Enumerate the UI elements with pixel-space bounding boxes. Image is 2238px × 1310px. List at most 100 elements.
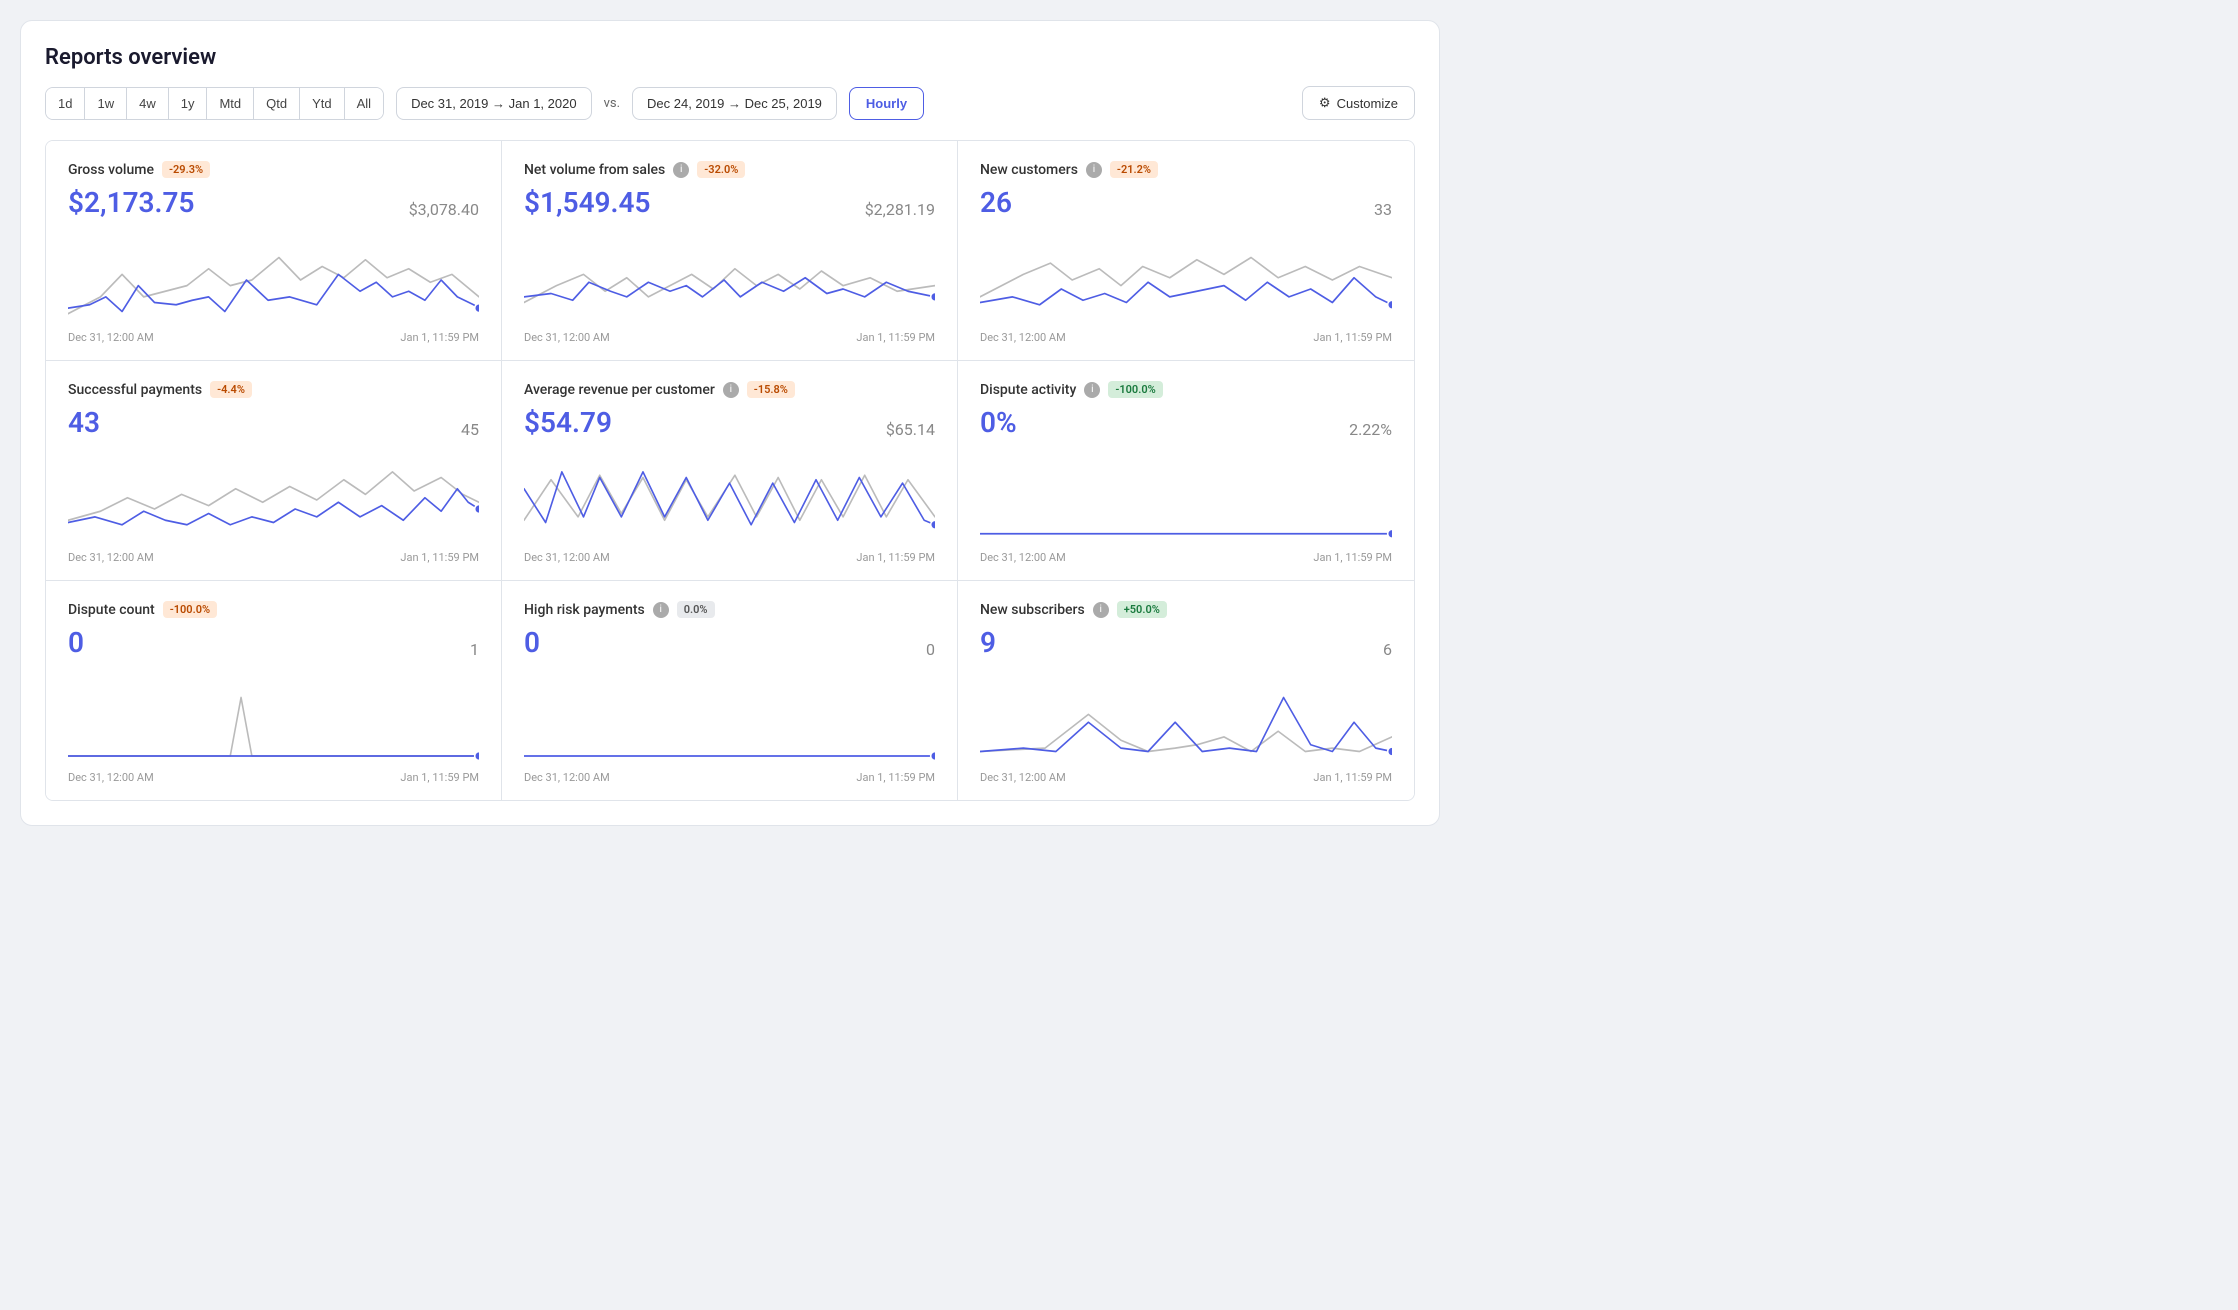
- metric-labels-new-customers: Dec 31, 12:00 AM Jan 1, 11:59 PM: [980, 331, 1392, 344]
- metric-card-gross-volume: Gross volume -29.3% $2,173.75 $3,078.40 …: [46, 141, 502, 361]
- chart-end-label: Jan 1, 11:59 PM: [400, 551, 479, 564]
- metric-current-new-customers: 26: [980, 186, 1012, 219]
- metric-header-new-customers: New customers i -21.2%: [980, 161, 1392, 178]
- metric-current-new-subscribers: 9: [980, 626, 996, 659]
- metric-labels-avg-revenue: Dec 31, 12:00 AM Jan 1, 11:59 PM: [524, 551, 935, 564]
- metric-values-new-customers: 26 33: [980, 186, 1392, 219]
- chart-end-label: Jan 1, 11:59 PM: [856, 771, 935, 784]
- metric-current-net-volume: $1,549.45: [524, 186, 651, 219]
- chart-start-label: Dec 31, 12:00 AM: [68, 771, 154, 784]
- pill-1d[interactable]: 1d: [46, 88, 85, 119]
- metric-name-successful-payments: Successful payments: [68, 382, 202, 398]
- metric-card-dispute-activity: Dispute activity i -100.0% 0% 2.22% Dec …: [958, 361, 1414, 581]
- metric-labels-successful-payments: Dec 31, 12:00 AM Jan 1, 11:59 PM: [68, 551, 479, 564]
- metric-badge-dispute-count: -100.0%: [163, 601, 217, 618]
- info-icon-high-risk[interactable]: i: [653, 602, 669, 618]
- metric-prev-dispute-count: 1: [470, 640, 479, 659]
- chart-end-label: Jan 1, 11:59 PM: [856, 551, 935, 564]
- metric-name-dispute-activity: Dispute activity: [980, 382, 1076, 398]
- metric-card-high-risk: High risk payments i 0.0% 0 0 Dec 31, 12…: [502, 581, 958, 800]
- metric-prev-high-risk: 0: [926, 640, 935, 659]
- metric-badge-gross-volume: -29.3%: [162, 161, 210, 178]
- metric-values-successful-payments: 43 45: [68, 406, 479, 439]
- hourly-button[interactable]: Hourly: [849, 87, 924, 120]
- metric-chart-avg-revenue: [524, 455, 935, 545]
- metric-values-dispute-count: 0 1: [68, 626, 479, 659]
- metric-chart-dispute-activity: [980, 455, 1392, 545]
- chart-end-label: Jan 1, 11:59 PM: [400, 331, 479, 344]
- chart-end-label: Jan 1, 11:59 PM: [1313, 331, 1392, 344]
- metric-name-new-customers: New customers: [980, 162, 1078, 178]
- metric-header-high-risk: High risk payments i 0.0%: [524, 601, 935, 618]
- metric-values-new-subscribers: 9 6: [980, 626, 1392, 659]
- metric-prev-new-subscribers: 6: [1383, 640, 1392, 659]
- metric-values-high-risk: 0 0: [524, 626, 935, 659]
- chart-start-label: Dec 31, 12:00 AM: [524, 331, 610, 344]
- metric-header-dispute-activity: Dispute activity i -100.0%: [980, 381, 1392, 398]
- metric-prev-dispute-activity: 2.22%: [1349, 420, 1392, 439]
- metric-labels-net-volume: Dec 31, 12:00 AM Jan 1, 11:59 PM: [524, 331, 935, 344]
- metric-card-avg-revenue: Average revenue per customer i -15.8% $5…: [502, 361, 958, 581]
- metric-badge-high-risk: 0.0%: [677, 601, 715, 618]
- metric-prev-net-volume: $2,281.19: [865, 200, 935, 219]
- metric-current-gross-volume: $2,173.75: [68, 186, 195, 219]
- metric-badge-successful-payments: -4.4%: [210, 381, 252, 398]
- chart-end-label: Jan 1, 11:59 PM: [856, 331, 935, 344]
- metric-name-high-risk: High risk payments: [524, 602, 645, 618]
- metric-card-dispute-count: Dispute count -100.0% 0 1 Dec 31, 12:00 …: [46, 581, 502, 800]
- metric-chart-successful-payments: [68, 455, 479, 545]
- vs-label: vs.: [604, 96, 620, 111]
- date-range-secondary[interactable]: Dec 24, 2019 → Dec 25, 2019: [632, 87, 837, 120]
- metric-header-successful-payments: Successful payments -4.4%: [68, 381, 479, 398]
- pill-ytd[interactable]: Ytd: [300, 88, 345, 119]
- controls-bar: 1d 1w 4w 1y Mtd Qtd Ytd All Dec 31, 2019…: [45, 86, 1415, 120]
- metric-badge-avg-revenue: -15.8%: [747, 381, 795, 398]
- metrics-grid: Gross volume -29.3% $2,173.75 $3,078.40 …: [45, 140, 1415, 801]
- chart-end-label: Jan 1, 11:59 PM: [1313, 551, 1392, 564]
- metric-header-dispute-count: Dispute count -100.0%: [68, 601, 479, 618]
- info-icon-dispute-activity[interactable]: i: [1084, 382, 1100, 398]
- info-icon-net-volume[interactable]: i: [673, 162, 689, 178]
- pill-mtd[interactable]: Mtd: [207, 88, 254, 119]
- metric-values-gross-volume: $2,173.75 $3,078.40: [68, 186, 479, 219]
- metric-prev-gross-volume: $3,078.40: [409, 200, 479, 219]
- chart-end-label: Jan 1, 11:59 PM: [1313, 771, 1392, 784]
- metric-header-avg-revenue: Average revenue per customer i -15.8%: [524, 381, 935, 398]
- pill-4w[interactable]: 4w: [127, 88, 169, 119]
- metric-card-successful-payments: Successful payments -4.4% 43 45 Dec 31, …: [46, 361, 502, 581]
- chart-end-label: Jan 1, 11:59 PM: [400, 771, 479, 784]
- info-icon-new-customers[interactable]: i: [1086, 162, 1102, 178]
- gear-icon: ⚙: [1319, 95, 1331, 111]
- metric-labels-dispute-activity: Dec 31, 12:00 AM Jan 1, 11:59 PM: [980, 551, 1392, 564]
- metric-chart-new-subscribers: [980, 675, 1392, 765]
- info-icon-avg-revenue[interactable]: i: [723, 382, 739, 398]
- chart-start-label: Dec 31, 12:00 AM: [68, 331, 154, 344]
- pill-1y[interactable]: 1y: [169, 88, 208, 119]
- pill-qtd[interactable]: Qtd: [254, 88, 300, 119]
- metric-values-net-volume: $1,549.45 $2,281.19: [524, 186, 935, 219]
- metric-values-dispute-activity: 0% 2.22%: [980, 406, 1392, 439]
- metric-values-avg-revenue: $54.79 $65.14: [524, 406, 935, 439]
- metric-card-new-customers: New customers i -21.2% 26 33 Dec 31, 12:…: [958, 141, 1414, 361]
- metric-labels-high-risk: Dec 31, 12:00 AM Jan 1, 11:59 PM: [524, 771, 935, 784]
- page-title: Reports overview: [45, 45, 1415, 70]
- info-icon-new-subscribers[interactable]: i: [1093, 602, 1109, 618]
- metric-name-new-subscribers: New subscribers: [980, 602, 1085, 618]
- metric-name-gross-volume: Gross volume: [68, 162, 154, 178]
- chart-start-label: Dec 31, 12:00 AM: [980, 551, 1066, 564]
- dashboard-container: Reports overview 1d 1w 4w 1y Mtd Qtd Ytd…: [20, 20, 1440, 826]
- metric-chart-dispute-count: [68, 675, 479, 765]
- metric-labels-new-subscribers: Dec 31, 12:00 AM Jan 1, 11:59 PM: [980, 771, 1392, 784]
- customize-button[interactable]: ⚙ Customize: [1302, 86, 1415, 120]
- metric-badge-net-volume: -32.0%: [697, 161, 745, 178]
- pill-1w[interactable]: 1w: [85, 88, 127, 119]
- chart-start-label: Dec 31, 12:00 AM: [524, 771, 610, 784]
- metric-header-net-volume: Net volume from sales i -32.0%: [524, 161, 935, 178]
- metric-name-avg-revenue: Average revenue per customer: [524, 382, 715, 398]
- metric-prev-new-customers: 33: [1374, 200, 1392, 219]
- metric-current-high-risk: 0: [524, 626, 540, 659]
- pill-all[interactable]: All: [345, 88, 383, 119]
- date-range-primary[interactable]: Dec 31, 2019 → Jan 1, 2020: [396, 87, 592, 120]
- chart-start-label: Dec 31, 12:00 AM: [980, 331, 1066, 344]
- time-range-pills: 1d 1w 4w 1y Mtd Qtd Ytd All: [45, 87, 384, 120]
